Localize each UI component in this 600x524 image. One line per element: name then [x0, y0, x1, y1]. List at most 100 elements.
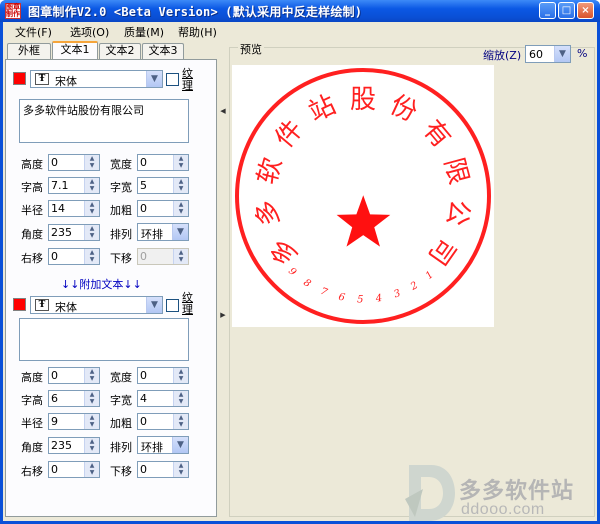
spin-arrows-icon[interactable]: ▲ ▼: [84, 391, 99, 406]
minimize-button[interactable]: _: [539, 2, 556, 19]
text2-char-width-spinner[interactable]: 4 ▲ ▼: [137, 390, 189, 407]
spin-arrows-icon[interactable]: ▲ ▼: [84, 178, 99, 193]
text1-arrange-value: 环排: [141, 228, 163, 241]
text1-texture-checkbox[interactable]: [166, 73, 179, 86]
splitter-grip-icon: ◀: [220, 107, 226, 115]
text1-bold-label: 加粗: [110, 204, 132, 217]
title-bar[interactable]: 图章制作 图章制作V2.0 <Beta Version> (默认采用中反走样绘制…: [0, 0, 600, 22]
client-area: 文件(F) 选项(O) 质量(M) 帮助(H) 外框 文本1 文本2 文本3 Ŧ…: [3, 22, 597, 521]
spin-arrows-icon[interactable]: ▲ ▼: [173, 391, 188, 406]
panel-splitter[interactable]: ◀ ▶: [219, 59, 227, 517]
text2-content-input[interactable]: [19, 318, 189, 361]
text2-height-spinner[interactable]: 0 ▲ ▼: [48, 367, 100, 384]
text2-char-width-label: 字宽: [110, 394, 132, 407]
text1-width-value: 0: [140, 156, 147, 169]
text2-angle-spinner[interactable]: 235 ▲ ▼: [48, 437, 100, 454]
stamp-ring-char: 公: [441, 197, 475, 228]
text2-arrange-label: 排列: [110, 441, 132, 454]
stamp-number-char: 3: [392, 288, 402, 300]
maximize-button[interactable]: □: [558, 2, 575, 19]
text2-down-spinner[interactable]: 0 ▲ ▼: [137, 461, 189, 478]
chevron-down-icon[interactable]: ▼: [172, 224, 188, 240]
spin-arrows-icon[interactable]: ▲ ▼: [173, 249, 188, 264]
text1-angle-spinner[interactable]: 235 ▲ ▼: [48, 224, 100, 241]
spin-arrows-icon[interactable]: ▲ ▼: [84, 249, 99, 264]
spin-arrows-icon[interactable]: ▲ ▼: [84, 462, 99, 477]
text1-content-input[interactable]: 多多软件站股份有限公司: [19, 99, 189, 143]
text2-radius-spinner[interactable]: 9 ▲ ▼: [48, 413, 100, 430]
spin-arrows-icon[interactable]: ▲ ▼: [173, 368, 188, 383]
text2-char-height-spinner[interactable]: 6 ▲ ▼: [48, 390, 100, 407]
stamp-canvas: 多多软件站股份有限公司 123456789: [232, 65, 494, 327]
text2-texture-label: 纹理: [182, 291, 193, 316]
stamp-ring-char: 站: [304, 90, 340, 128]
chevron-down-icon[interactable]: ▼: [146, 71, 162, 87]
text2-color-swatch[interactable]: [13, 298, 26, 311]
close-button[interactable]: ×: [577, 2, 594, 19]
tab-text3[interactable]: 文本3: [142, 43, 184, 59]
text1-right-spinner[interactable]: 0 ▲ ▼: [48, 248, 100, 265]
text1-down-spinner[interactable]: 0 ▲ ▼: [137, 248, 189, 265]
stamp-svg: 多多软件站股份有限公司 123456789: [235, 68, 491, 324]
spin-arrows-icon[interactable]: ▲ ▼: [173, 201, 188, 216]
spin-arrows-icon[interactable]: ▲ ▼: [84, 438, 99, 453]
font-type-icon: Ŧ: [35, 299, 49, 311]
text2-radius-value: 9: [51, 415, 58, 428]
text2-font-value: 宋体: [55, 301, 77, 314]
stamp-number-char: 8: [301, 277, 312, 290]
stamp-ring-char: 司: [422, 232, 461, 271]
text-settings-panel: Ŧ 宋体 ▼ 纹理 多多软件站股份有限公司 高度 0 ▲ ▼ 宽度 0 ▲ ▼ 字高 7…: [5, 59, 217, 517]
app-icon[interactable]: 图章制作: [5, 3, 21, 19]
text2-width-spinner[interactable]: 0 ▲ ▼: [137, 367, 189, 384]
text1-height-label: 高度: [21, 158, 43, 171]
text1-char-height-spinner[interactable]: 7.1 ▲ ▼: [48, 177, 100, 194]
menu-options[interactable]: 选项(O): [70, 24, 109, 40]
menu-quality[interactable]: 质量(M): [124, 24, 164, 40]
spin-arrows-icon[interactable]: ▲ ▼: [84, 225, 99, 240]
text1-width-spinner[interactable]: 0 ▲ ▼: [137, 154, 189, 171]
text2-bold-spinner[interactable]: 0 ▲ ▼: [137, 413, 189, 430]
chevron-down-icon[interactable]: ▼: [172, 437, 188, 453]
text2-height-label: 高度: [21, 371, 43, 384]
text1-char-width-label: 字宽: [110, 181, 132, 194]
spin-arrows-icon[interactable]: ▲ ▼: [84, 155, 99, 170]
menu-help[interactable]: 帮助(H): [178, 24, 217, 40]
app-window: 图章制作 图章制作V2.0 <Beta Version> (默认采用中反走样绘制…: [0, 0, 600, 524]
watermark-logo-icon: [405, 465, 455, 521]
text1-height-spinner[interactable]: 0 ▲ ▼: [48, 154, 100, 171]
text1-arrange-select[interactable]: 环排 ▼: [137, 223, 189, 241]
spin-arrows-icon[interactable]: ▲ ▼: [173, 155, 188, 170]
menu-file[interactable]: 文件(F): [15, 24, 52, 40]
text2-right-spinner[interactable]: 0 ▲ ▼: [48, 461, 100, 478]
text1-bold-spinner[interactable]: 0 ▲ ▼: [137, 200, 189, 217]
chevron-down-icon[interactable]: ▼: [554, 46, 570, 62]
stamp-number-text: 123456789: [286, 266, 436, 306]
tab-text2[interactable]: 文本2: [99, 43, 141, 59]
spin-arrows-icon[interactable]: ▲ ▼: [173, 462, 188, 477]
text2-font-select[interactable]: Ŧ 宋体 ▼: [30, 296, 163, 314]
text2-height-value: 0: [51, 369, 58, 382]
tab-frame[interactable]: 外框: [7, 43, 51, 59]
splitter-grip-icon: ▶: [220, 311, 226, 319]
zoom-select[interactable]: 60 ▼: [525, 45, 571, 63]
text1-texture-label: 纹理: [182, 67, 193, 92]
text1-angle-label: 角度: [21, 228, 43, 241]
text1-font-select[interactable]: Ŧ 宋体 ▼: [30, 70, 163, 88]
text1-char-width-spinner[interactable]: 5 ▲ ▼: [137, 177, 189, 194]
watermark-url: ddooo.com: [461, 501, 545, 518]
text1-color-swatch[interactable]: [13, 72, 26, 85]
text2-texture-checkbox[interactable]: [166, 299, 179, 312]
zoom-label: 缩放(Z): [483, 49, 522, 62]
text1-down-value: 0: [140, 250, 147, 263]
tab-text1[interactable]: 文本1: [52, 41, 98, 60]
spin-arrows-icon[interactable]: ▲ ▼: [84, 414, 99, 429]
spin-arrows-icon[interactable]: ▲ ▼: [173, 414, 188, 429]
text1-arrange-label: 排列: [110, 228, 132, 241]
chevron-down-icon[interactable]: ▼: [146, 297, 162, 313]
text2-arrange-select[interactable]: 环排 ▼: [137, 436, 189, 454]
spin-arrows-icon[interactable]: ▲ ▼: [84, 368, 99, 383]
text1-radius-spinner[interactable]: 14 ▲ ▼: [48, 200, 100, 217]
spin-arrows-icon[interactable]: ▲ ▼: [173, 178, 188, 193]
font-type-icon: Ŧ: [35, 73, 49, 85]
spin-arrows-icon[interactable]: ▲ ▼: [84, 201, 99, 216]
